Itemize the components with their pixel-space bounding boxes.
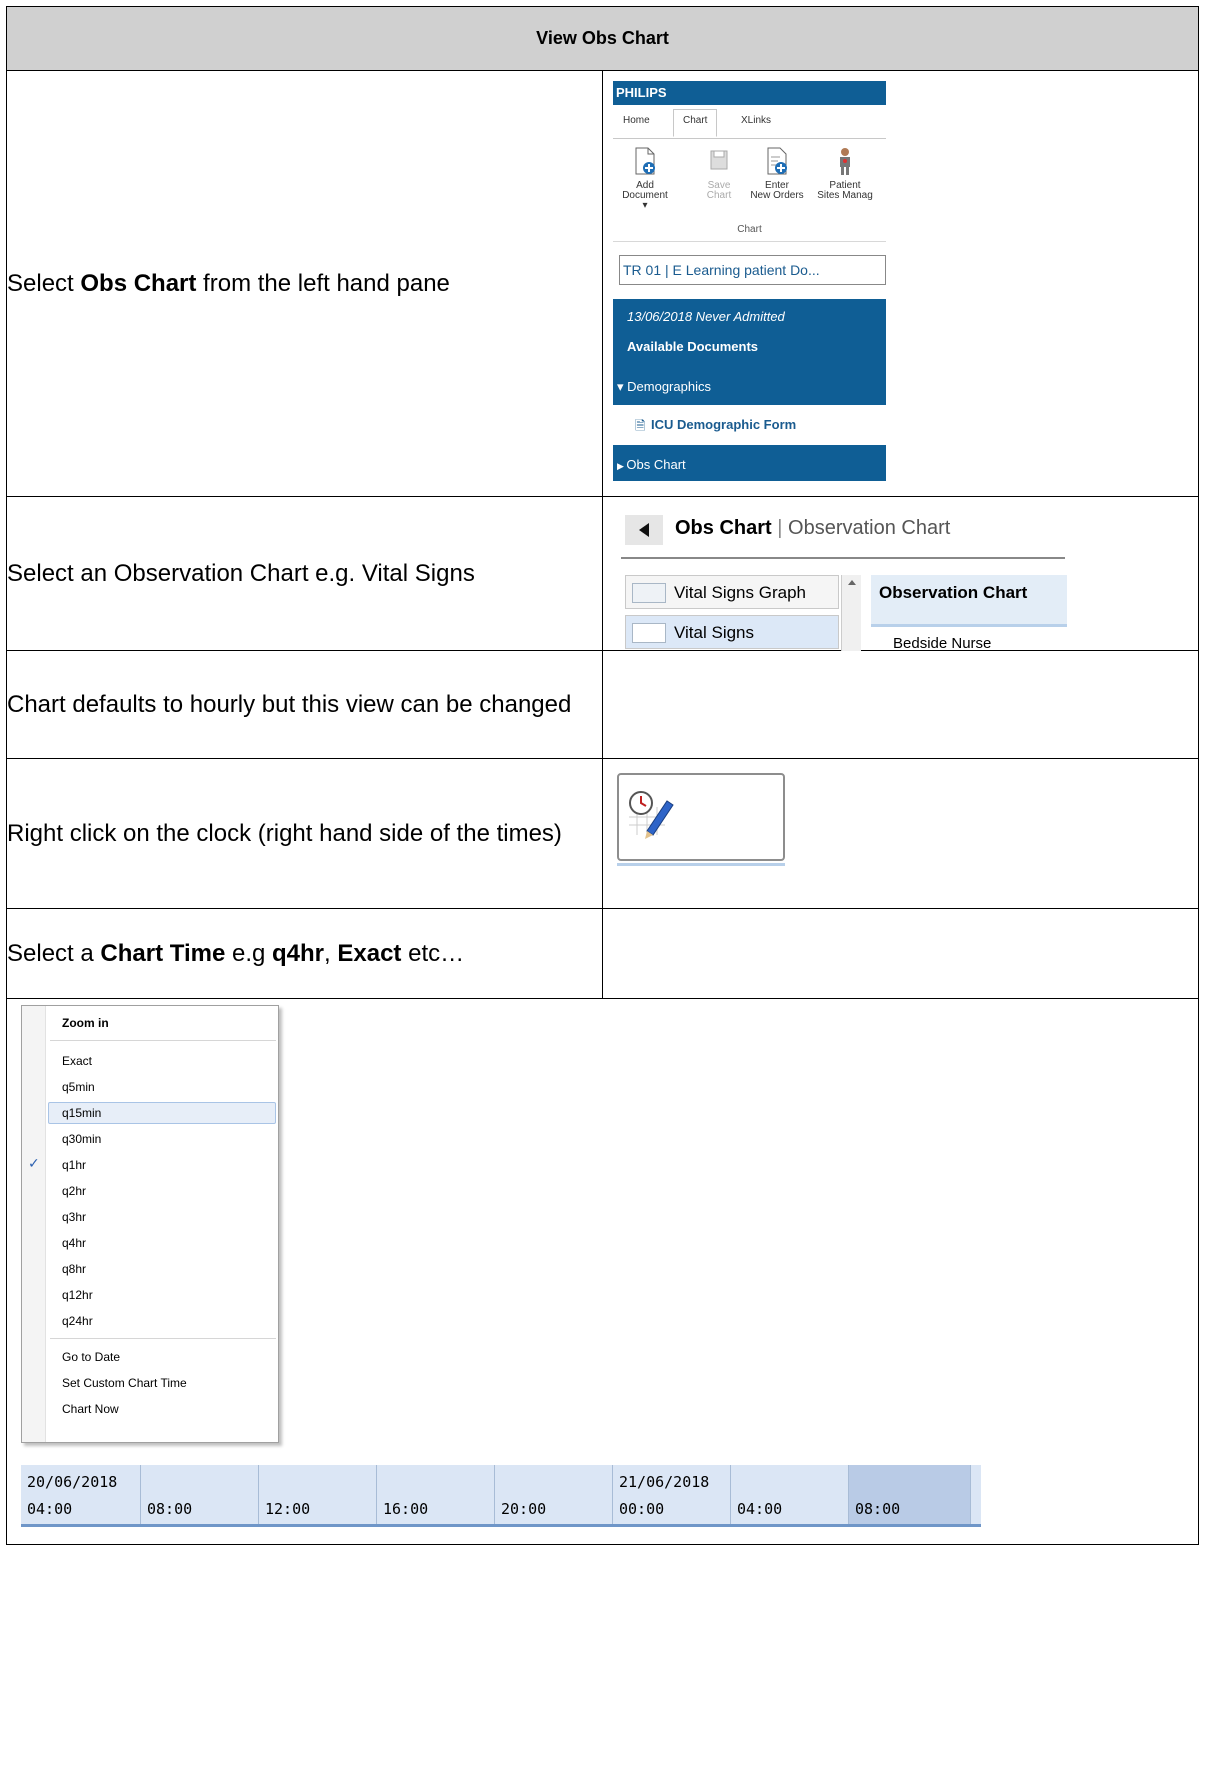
chart-timeline: 20/06/2018 04:00 08:00 12:00 16:00 20:00 …: [21, 1465, 981, 1527]
documents-pane: 13/06/2018 Never Admitted Available Docu…: [613, 299, 886, 481]
chart-time-context-menu: Zoom in Exact q5min q15min q30min ✓ q1hr…: [21, 1005, 279, 1443]
menu-item-q8hr[interactable]: q8hr: [62, 1258, 86, 1280]
empty-cell: [602, 908, 1199, 999]
enter-new-orders-button[interactable]: Enter New Orders: [749, 147, 805, 201]
obs-chart-view: Obs Chart | Observation Chart Vital Sign…: [603, 497, 1073, 652]
demographics-group[interactable]: ▾ Demographics: [617, 379, 711, 395]
instruction-text: Select an Observation Chart e.g. Vital S…: [7, 559, 475, 587]
screenshot-cell: [602, 758, 1199, 909]
admission-status: 13/06/2018 Never Admitted: [627, 309, 785, 324]
screenshot-cell: Obs Chart | Observation Chart Vital Sign…: [602, 496, 1199, 652]
instructions-table: View Obs Chart Select Obs Chart from the…: [6, 6, 1199, 1545]
menu-item-q30min[interactable]: q30min: [62, 1128, 101, 1150]
menu-item-q4hr[interactable]: q4hr: [62, 1232, 86, 1254]
tab-xlinks[interactable]: XLinks: [741, 115, 771, 126]
menu-item-q12hr[interactable]: q12hr: [62, 1284, 93, 1306]
chevron-down-icon: ▾: [617, 379, 628, 394]
time-column[interactable]: 20/06/2018 04:00: [21, 1465, 141, 1524]
menu-item-q3hr[interactable]: q3hr: [62, 1206, 86, 1228]
instruction-text: Select: [7, 269, 81, 297]
add-document-icon: [634, 147, 656, 175]
menu-item-q15min[interactable]: q15min: [62, 1102, 101, 1124]
list-scrollbar[interactable]: [841, 575, 861, 651]
philips-brand-bar: PHILIPS: [613, 81, 886, 105]
tab-chart[interactable]: Chart: [673, 109, 718, 137]
time-column[interactable]: 20:00: [495, 1465, 613, 1524]
time-column[interactable]: 08:00: [141, 1465, 259, 1524]
observation-chart-panel-title: Observation Chart: [871, 575, 1067, 627]
menu-item-chart-now[interactable]: Chart Now: [62, 1398, 119, 1420]
table-header: View Obs Chart: [6, 6, 1199, 71]
menu-item-q2hr[interactable]: q2hr: [62, 1180, 86, 1202]
instruction-cell: Chart defaults to hourly but this view c…: [6, 650, 603, 759]
menu-item-go-to-date[interactable]: Go to Date: [62, 1346, 120, 1368]
time-column-selected[interactable]: 08:00: [849, 1465, 971, 1524]
checkmark-icon: ✓: [28, 1155, 40, 1171]
clock-pen-icon: [629, 791, 674, 839]
menu-item-exact[interactable]: Exact: [62, 1050, 92, 1072]
new-orders-icon: [766, 147, 788, 175]
back-button[interactable]: [625, 515, 663, 545]
time-column[interactable]: 04:00: [731, 1465, 849, 1524]
chart-time-clock-button[interactable]: [617, 773, 785, 861]
screenshot-cell: PHILIPS Home Chart XLinks Add Document ▾: [602, 70, 1199, 497]
ribbon-tabs: Home Chart XLinks: [613, 105, 886, 139]
menu-separator: [50, 1040, 276, 1041]
menu-item-q5min[interactable]: q5min: [62, 1076, 95, 1098]
patient-icon: [834, 147, 856, 175]
divider: [621, 557, 1065, 559]
empty-cell: [602, 650, 1199, 759]
menu-item-q1hr[interactable]: q1hr: [62, 1154, 86, 1176]
menu-separator: [50, 1338, 276, 1339]
clock-underline: [617, 863, 785, 866]
scroll-up-icon: [848, 580, 856, 585]
bedside-nurse-label: Bedside Nurse: [893, 635, 992, 652]
list-item-vital-signs[interactable]: Vital Signs: [625, 615, 839, 649]
document-icon: 🗎: [635, 418, 646, 433]
time-column[interactable]: 16:00: [377, 1465, 495, 1524]
screenshot-cell: Zoom in Exact q5min q15min q30min ✓ q1hr…: [6, 998, 1199, 1545]
ribbon-group-label: Chart: [737, 224, 762, 235]
instruction-cell: Select an Observation Chart e.g. Vital S…: [6, 496, 603, 651]
patient-sites-button[interactable]: Patient Sites Manag: [815, 147, 875, 201]
chevron-right-icon: ▶: [617, 461, 627, 471]
menu-item-q24hr[interactable]: q24hr: [62, 1310, 93, 1332]
graph-icon: [632, 583, 666, 603]
obs-chart-group[interactable]: ▶ Obs Chart: [617, 457, 686, 472]
instruction-text: Chart defaults to hourly but this view c…: [7, 690, 572, 718]
instruction-cell: Select a Chart Time e.g q4hr, Exact etc…: [6, 908, 603, 999]
menu-item-set-custom-chart-time[interactable]: Set Custom Chart Time: [62, 1372, 187, 1394]
available-documents-heading: Available Documents: [627, 339, 759, 354]
instruction-cell: Select Obs Chart from the left hand pane: [6, 70, 603, 497]
patient-bar[interactable]: TR 01 | E Learning patient Do...: [619, 255, 886, 285]
menu-item-zoom-in[interactable]: Zoom in: [62, 1012, 109, 1034]
icu-demographic-form-item[interactable]: 🗎 ICU Demographic Form: [613, 405, 886, 445]
list-item-vital-signs-graph[interactable]: Vital Signs Graph: [625, 575, 839, 609]
save-chart-button[interactable]: Save Chart: [699, 147, 739, 201]
save-icon: [708, 147, 730, 175]
time-column[interactable]: 12:00: [259, 1465, 377, 1524]
instruction-text: from the left hand pane: [196, 269, 450, 297]
time-column[interactable]: 21/06/2018 00:00: [613, 1465, 731, 1524]
tab-home[interactable]: Home: [623, 115, 650, 126]
back-arrow-icon: [639, 523, 649, 537]
instruction-bold: Obs Chart: [80, 269, 197, 297]
add-document-button[interactable]: Add Document ▾: [621, 147, 669, 211]
obs-chart-title: Obs Chart | Observation Chart: [675, 517, 951, 539]
ribbon: Add Document ▾ Save Chart Enter New Orde…: [613, 139, 886, 242]
instruction-text: Right click on the clock (right hand sid…: [7, 819, 562, 847]
table-icon: [632, 623, 666, 643]
philips-panel: PHILIPS Home Chart XLinks Add Document ▾: [613, 81, 886, 481]
instruction-cell: Right click on the clock (right hand sid…: [6, 758, 603, 909]
